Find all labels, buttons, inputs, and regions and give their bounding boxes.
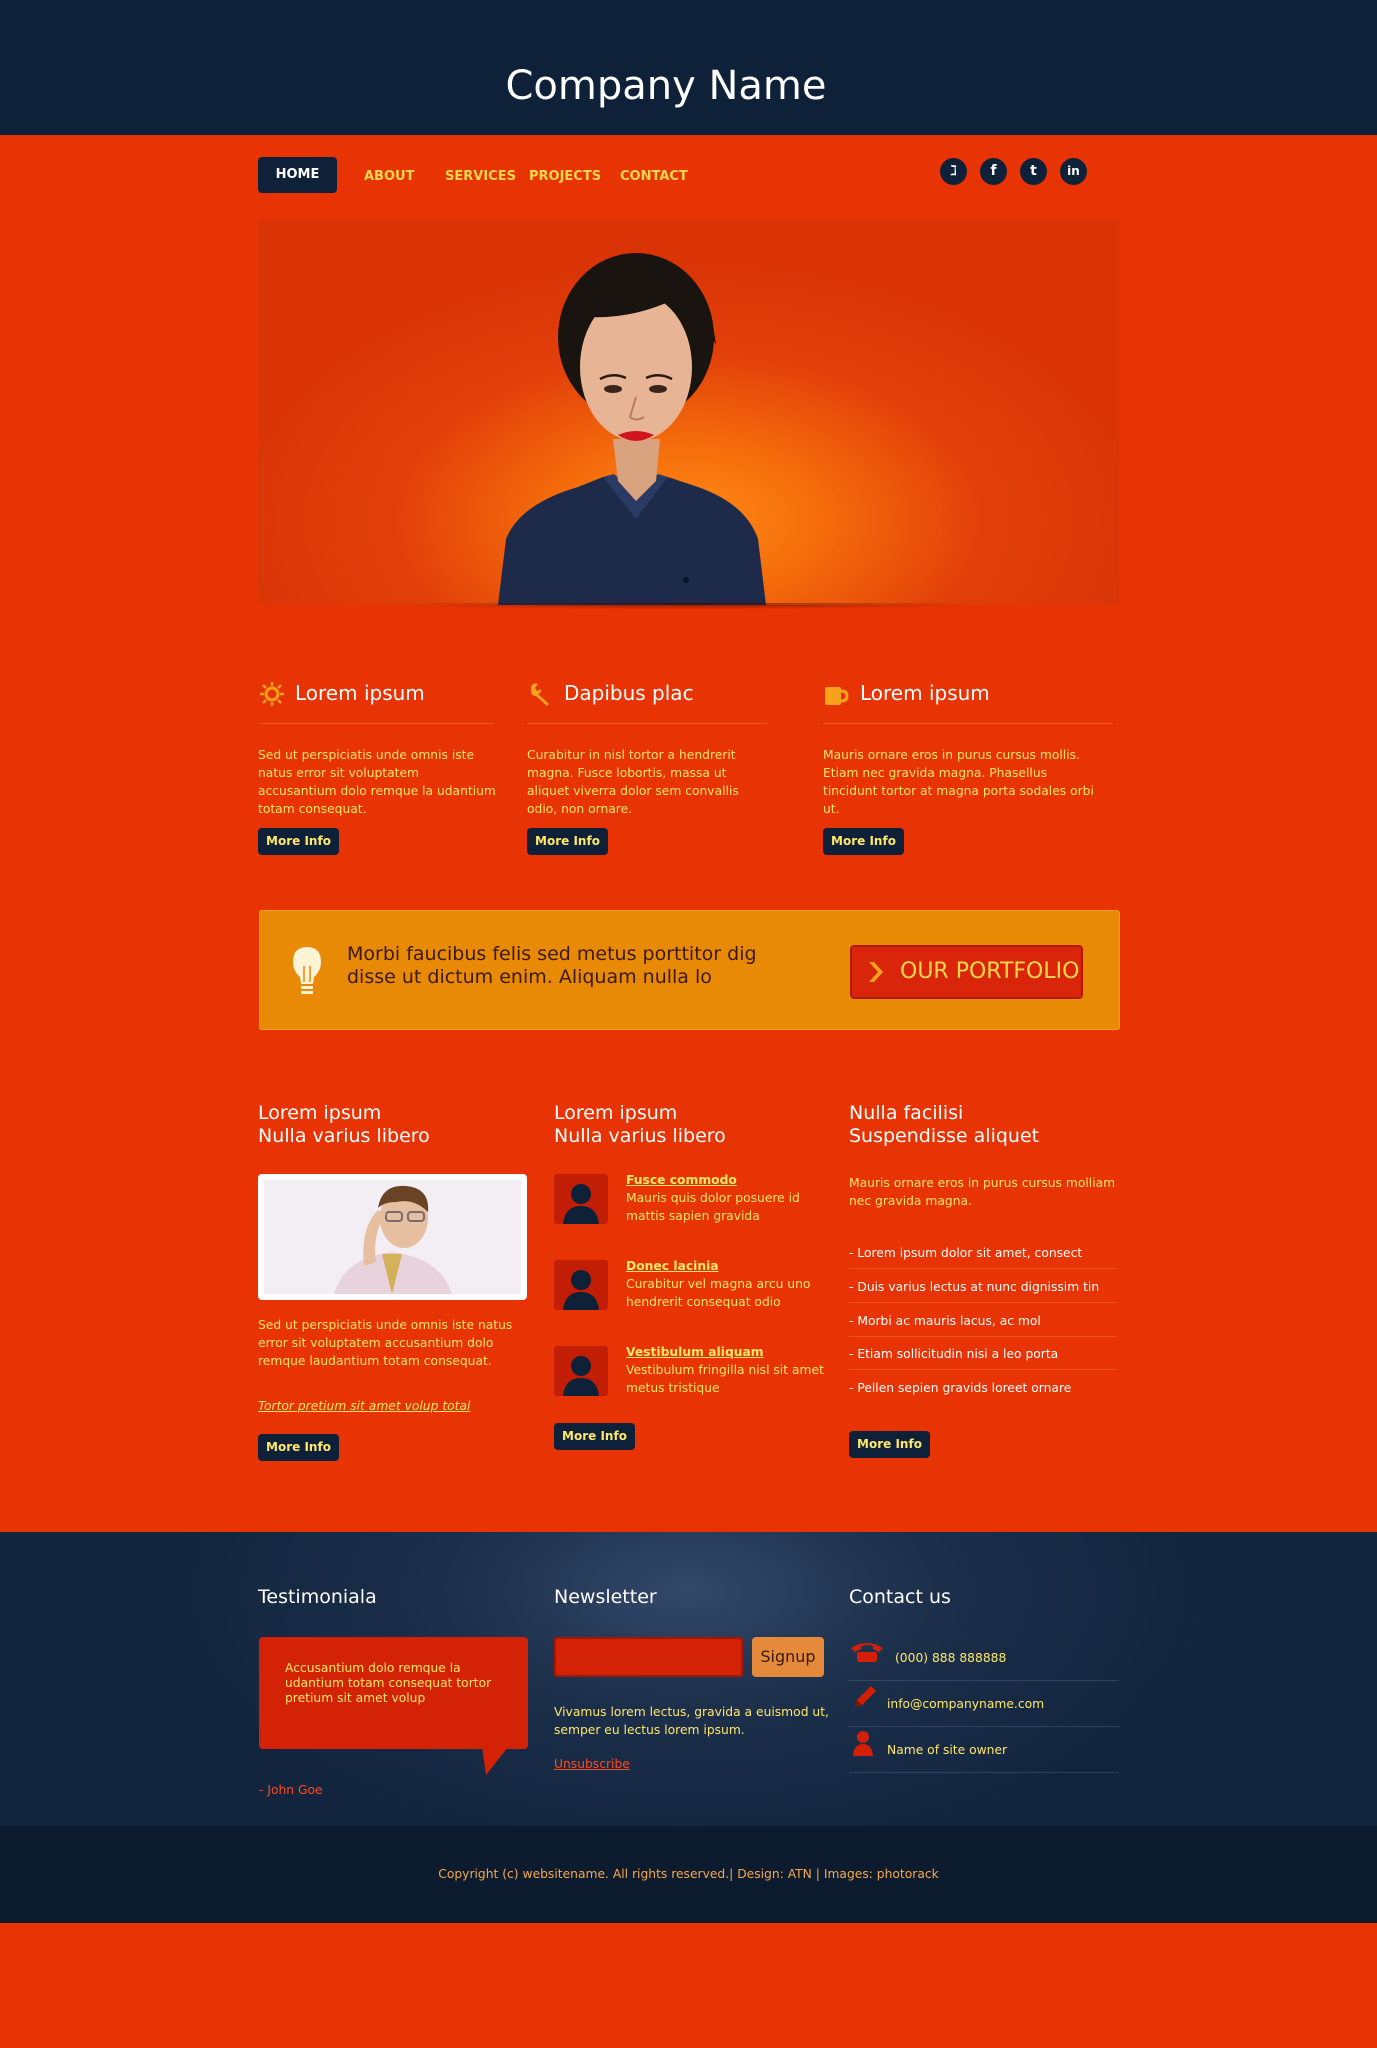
col3-bullet-2: - Duis varius lectus at nunc dignissim t…: [849, 1280, 1100, 1294]
col3-divider: [849, 1336, 1117, 1337]
phone-icon: [851, 1643, 883, 1662]
contact-divider: [849, 1772, 1119, 1773]
banner-text: Morbi faucibus felis sed metus porttitor…: [347, 943, 757, 988]
person-thumb-1: [554, 1174, 608, 1224]
person-thumb-3: [554, 1346, 608, 1396]
signup-button[interactable]: Signup: [752, 1637, 824, 1677]
person-icon: [563, 1270, 599, 1310]
col3-divider: [849, 1302, 1117, 1303]
twitter-icon[interactable]: t: [1020, 158, 1047, 185]
person-thumb-2: [554, 1260, 608, 1310]
col1-heading-line1: Lorem ipsum: [258, 1102, 382, 1124]
testimonial-quote: Accusantium dolo remque la udantium tota…: [285, 1661, 492, 1705]
feature-text-1: Sed ut perspiciatis unde omnis iste natu…: [258, 748, 496, 816]
col3-heading-line1: Nulla facilisi: [849, 1102, 964, 1124]
col2-heading-line1: Lorem ipsum: [554, 1102, 678, 1124]
contact-heading: Contact us: [849, 1586, 951, 1608]
feature-3-more-info-button[interactable]: More Info: [823, 828, 904, 855]
col2-heading-line2: Nulla varius libero: [554, 1125, 726, 1147]
bubble-tail: [482, 1747, 508, 1775]
user-icon: [853, 1731, 873, 1756]
col3-bullet-3: - Morbi ac mauris lacus, ac mol: [849, 1314, 1041, 1328]
nav-about[interactable]: ABOUT: [364, 164, 414, 190]
feature-1-more-info-button[interactable]: More Info: [258, 828, 339, 855]
unsubscribe-link[interactable]: Unsubscribe: [554, 1757, 630, 1771]
person-icon: [563, 1356, 599, 1396]
col1-heading-line2: Nulla varius libero: [258, 1125, 430, 1147]
hero-shadow: [262, 603, 1112, 621]
col2-more-info-button[interactable]: More Info: [554, 1423, 635, 1450]
person-icon: [563, 1184, 599, 1224]
site-title[interactable]: Company Name: [0, 62, 1332, 110]
man-photo: [264, 1180, 521, 1294]
col1-text: Sed ut perspiciatis unde omnis iste natu…: [258, 1318, 513, 1368]
col3-bullet-1: - Lorem ipsum dolor sit amet, consect: [849, 1246, 1083, 1260]
nav-projects[interactable]: PROJECTS: [529, 164, 601, 190]
hero-woman-image: [498, 253, 766, 605]
contact-owner: Name of site owner: [887, 1743, 1008, 1757]
hero-banner: [258, 219, 1119, 605]
newsletter-text: Vivamus lorem lectus, gravida a euismod …: [554, 1705, 829, 1737]
linkedin-icon[interactable]: in: [1060, 158, 1087, 185]
mug-icon: [825, 687, 849, 705]
col2-item-text-1: Mauris quis dolor posuere id mattis sapi…: [626, 1191, 800, 1223]
feature-title-2: Dapibus plac: [564, 681, 694, 705]
col1-photo-frame: [258, 1174, 527, 1300]
feature-text-2: Curabitur in nisl tortor a hendrerit mag…: [527, 748, 739, 816]
col3-text: Mauris ornare eros in purus cursus molli…: [849, 1176, 1116, 1208]
feature-divider-1: [259, 723, 494, 724]
col3-heading-line2: Suspendisse aliquet: [849, 1125, 1040, 1147]
testimonial-author: - John Goe: [259, 1783, 323, 1797]
col3-divider: [849, 1369, 1117, 1370]
col3-bullet-4: - Etiam sollicitudin nisi a leo porta: [849, 1347, 1059, 1361]
newsletter-email-input[interactable]: [554, 1637, 743, 1677]
facebook-icon[interactable]: f: [980, 158, 1007, 185]
nav-contact[interactable]: CONTACT: [620, 164, 688, 190]
contact-divider: [849, 1680, 1119, 1681]
col2-item-title-3[interactable]: Vestibulum aliquam: [626, 1345, 764, 1359]
pencil-icon: [855, 1686, 876, 1707]
feature-divider-2: [527, 723, 767, 724]
feature-text-3: Mauris ornare eros in purus cursus molli…: [823, 748, 1094, 816]
our-portfolio-label[interactable]: OUR PORTFOLIO: [900, 958, 1079, 986]
nav-services[interactable]: SERVICES: [445, 164, 516, 190]
nav-home[interactable]: HOME: [258, 157, 337, 193]
chevron-right-icon: [869, 962, 883, 982]
col2-item-text-2: Curabitur vel magna arcu uno hendrerit c…: [626, 1277, 811, 1309]
col2-item-text-3: Vestibulum fringilla nisl sit amet metus…: [626, 1363, 824, 1395]
col3-more-info-button[interactable]: More Info: [849, 1431, 930, 1458]
delicious-icon[interactable]: ℷ: [940, 158, 967, 185]
wrench-icon: [531, 683, 549, 706]
col1-more-info-button[interactable]: More Info: [258, 1434, 339, 1461]
contact-phone: (000) 888 888888: [895, 1651, 1007, 1665]
col2-item-title-1[interactable]: Fusce commodo: [626, 1173, 737, 1187]
newsletter-heading: Newsletter: [554, 1586, 657, 1608]
col3-divider: [849, 1268, 1117, 1269]
col3-bullet-5: - Pellen sepien gravids loreet ornare: [849, 1381, 1072, 1395]
copyright-text: Copyright (c) websitename. All rights re…: [438, 1867, 939, 1881]
testimonial-heading: Testimoniala: [258, 1586, 377, 1608]
sun-icon: [260, 682, 284, 706]
col2-item-title-2[interactable]: Donec lacinia: [626, 1259, 719, 1273]
feature-title-3: Lorem ipsum: [860, 681, 990, 705]
feature-title-1: Lorem ipsum: [295, 681, 425, 705]
feature-2-more-info-button[interactable]: More Info: [527, 828, 608, 855]
feature-divider-3: [823, 723, 1113, 724]
col1-link[interactable]: Tortor pretium sit amet volup total: [258, 1397, 470, 1415]
contact-divider: [849, 1726, 1119, 1727]
contact-email[interactable]: info@companyname.com: [887, 1695, 1044, 1713]
footer: [0, 1532, 1377, 1826]
lightbulb-icon: [293, 947, 321, 994]
